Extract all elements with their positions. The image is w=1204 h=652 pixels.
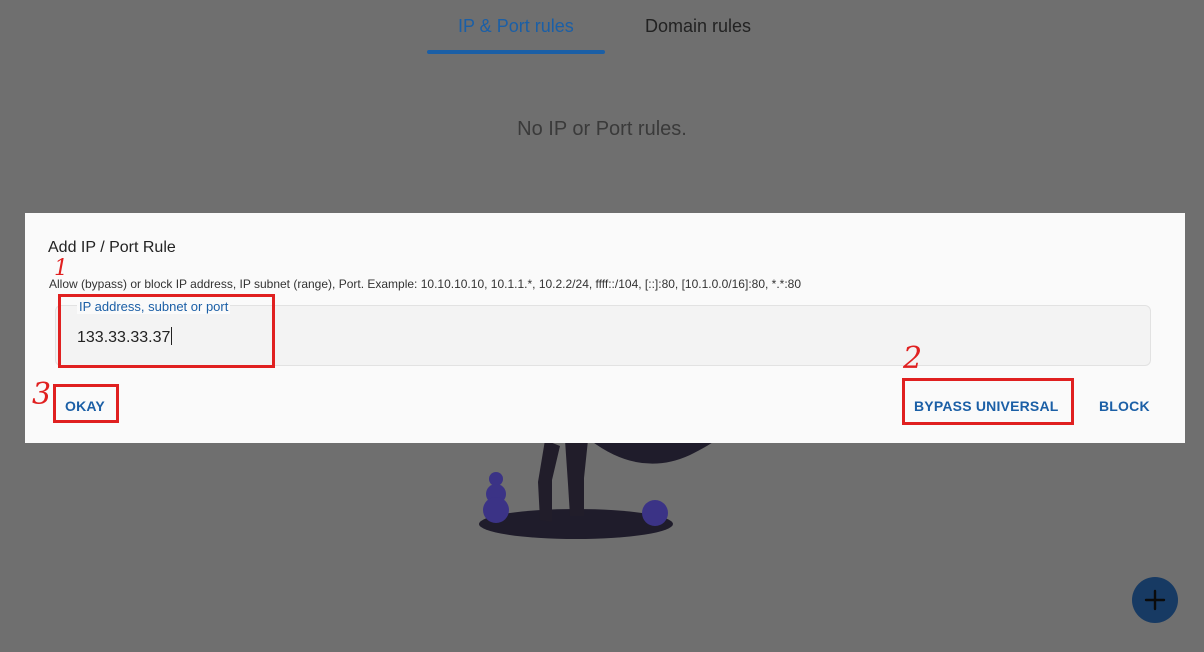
- annotation-number-3: 3: [32, 377, 52, 412]
- plus-icon: [1144, 589, 1166, 611]
- annotation-box-2: [902, 378, 1074, 425]
- annotation-box-3: [53, 384, 119, 423]
- annotation-box-1: [58, 294, 275, 368]
- add-rule-button[interactable]: [1132, 577, 1178, 623]
- annotation-number-1: 1: [54, 256, 68, 281]
- block-button[interactable]: BLOCK: [1099, 398, 1150, 414]
- dialog-description: Allow (bypass) or block IP address, IP s…: [49, 277, 802, 291]
- dialog-title: Add IP / Port Rule: [48, 239, 176, 256]
- annotation-number-2: 2: [903, 341, 923, 376]
